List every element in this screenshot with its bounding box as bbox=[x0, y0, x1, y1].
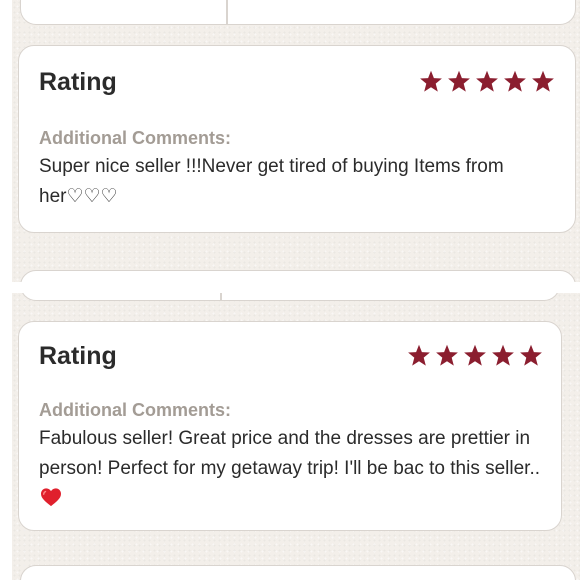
heart-shape bbox=[41, 488, 61, 507]
star-icon bbox=[464, 344, 486, 366]
comment-text: Fabulous seller! Great price and the dre… bbox=[39, 424, 549, 514]
comment-body: Fabulous seller! Great price and the dre… bbox=[39, 428, 541, 479]
star-icon bbox=[436, 344, 458, 366]
star-icon bbox=[420, 70, 442, 92]
previous-card-divider bbox=[226, 0, 228, 25]
star-icon bbox=[476, 70, 498, 92]
star-icon bbox=[408, 344, 430, 366]
screenshot-panel-top: Rating Additional Comments: Super nice s… bbox=[12, 0, 580, 282]
star-icon bbox=[504, 70, 526, 92]
star-rating bbox=[407, 344, 543, 367]
heart-emoji-icon bbox=[41, 488, 61, 507]
next-card-stub bbox=[20, 270, 576, 282]
additional-comments-label: Additional Comments: bbox=[39, 128, 231, 148]
star-icon bbox=[492, 344, 514, 366]
comment-body: Super nice seller !!!Never get tired of … bbox=[39, 156, 504, 207]
star-icon bbox=[532, 70, 554, 92]
screenshot-panel-bottom: Rating Additional Comments: Fabulous sel… bbox=[12, 293, 580, 580]
review-card: Rating Additional Comments: Fabulous sel… bbox=[18, 321, 562, 531]
star-icon bbox=[520, 344, 542, 366]
previous-card-divider bbox=[220, 293, 222, 301]
next-card-stub bbox=[20, 565, 576, 580]
rating-title: Rating bbox=[39, 68, 117, 96]
star-rating bbox=[419, 70, 555, 93]
review-card: Rating Additional Comments: Super nice s… bbox=[18, 45, 576, 233]
rating-title: Rating bbox=[39, 342, 117, 370]
previous-card-stub bbox=[20, 293, 560, 301]
star-icon bbox=[448, 70, 470, 92]
additional-comments-label: Additional Comments: bbox=[39, 400, 231, 420]
previous-card-stub bbox=[20, 0, 576, 25]
comment-text: Super nice seller !!!Never get tired of … bbox=[39, 152, 559, 212]
